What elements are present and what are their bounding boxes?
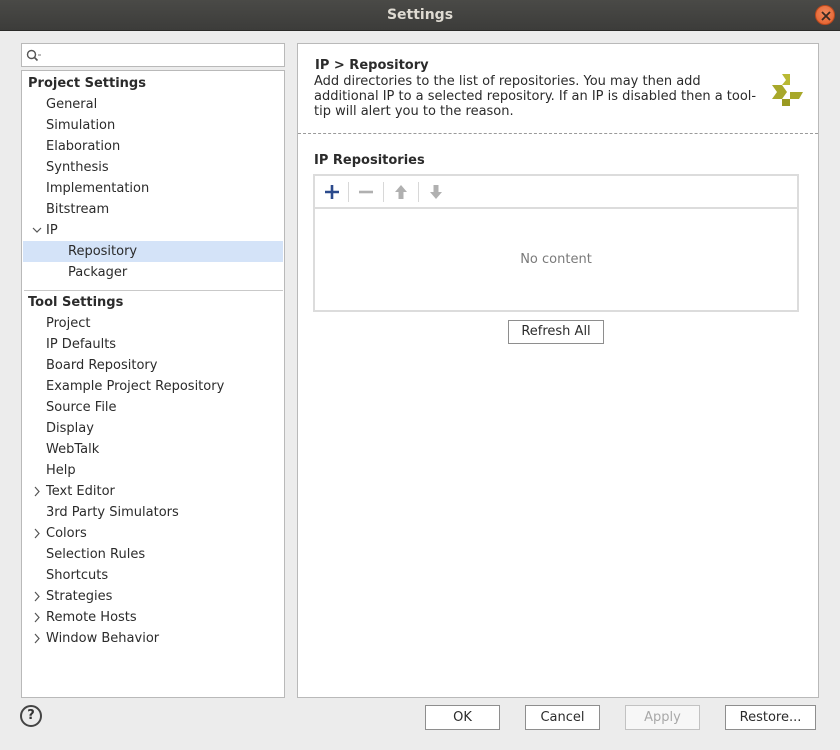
settings-panel: IP > Repository Add directories to the l… [297,43,819,698]
tree-item-label: Display [46,421,94,436]
ip-repositories-list[interactable]: No content [313,174,799,312]
window-title: Settings [386,7,454,23]
tree-item-help[interactable]: Help [23,460,283,481]
tree-item-label: IP [46,223,58,238]
tree-item-synthesis[interactable]: Synthesis [23,157,283,178]
tree-item-label: Remote Hosts [46,610,137,625]
ok-button[interactable]: OK [425,705,500,730]
tree-item-source-file[interactable]: Source File [23,397,283,418]
cancel-button[interactable]: Cancel [525,705,600,730]
tree-item-label: Colors [46,526,87,541]
page-title: IP > Repository [315,58,429,73]
tree-item-label: Elaboration [46,139,121,154]
search-icon [26,49,41,62]
tree-item-elaboration[interactable]: Elaboration [23,136,283,157]
page-description: Add directories to the list of repositor… [314,74,757,119]
tree-item-ip[interactable]: IP [23,220,283,241]
tree-item-display[interactable]: Display [23,418,283,439]
tree-item-label: Example Project Repository [46,379,225,394]
settings-tree: Project Settings General Simulation Elab… [21,70,285,698]
tree-item-text-editor[interactable]: Text Editor [23,481,283,502]
tree-item-label: Help [46,463,76,478]
tree-item-repository[interactable]: Repository [23,241,283,262]
add-icon[interactable] [323,183,341,201]
toolbar-separator [383,182,384,202]
tree-item-label: Board Repository [46,358,158,373]
title-bar: Settings [0,0,840,31]
tree-item-implementation[interactable]: Implementation [23,178,283,199]
chevron-right-icon[interactable] [32,607,42,628]
refresh-all-button[interactable]: Refresh All [508,320,604,344]
chevron-right-icon[interactable] [32,586,42,607]
tree-divider [24,290,283,291]
tree-item-colors[interactable]: Colors [23,523,283,544]
tree-item-label: Shortcuts [46,568,109,583]
tree-item-label: Repository [68,244,138,259]
tree-item-selection-rules[interactable]: Selection Rules [23,544,283,565]
tool-settings-header: Tool Settings [28,295,124,310]
tree-item-label: Window Behavior [46,631,160,646]
tree-item-label: Selection Rules [46,547,146,562]
tree-item-project[interactable]: Project [23,313,283,334]
tree-item-label: Packager [68,265,128,280]
toolbar-separator [418,182,419,202]
tree-item-strategies[interactable]: Strategies [23,586,283,607]
chevron-down-icon[interactable] [32,220,42,241]
tree-item-label: Implementation [46,181,150,196]
tree-item-ip-defaults[interactable]: IP Defaults [23,334,283,355]
chevron-right-icon[interactable] [32,628,42,649]
ip-repositories-title: IP Repositories [314,153,425,168]
help-button[interactable]: ? [20,705,42,727]
tree-item-label: Strategies [46,589,113,604]
tree-item-label: IP Defaults [46,337,117,352]
tree-item-label: Text Editor [46,484,115,499]
close-button[interactable] [815,5,835,25]
tree-item-label: Project [46,316,91,331]
move-down-icon[interactable] [427,183,445,201]
tree-item-example-project-repository[interactable]: Example Project Repository [23,376,283,397]
chevron-right-icon[interactable] [32,481,42,502]
tree-item-remote-hosts[interactable]: Remote Hosts [23,607,283,628]
xilinx-logo-icon [772,74,803,106]
tree-item-simulation[interactable]: Simulation [23,115,283,136]
tree-item-shortcuts[interactable]: Shortcuts [23,565,283,586]
tree-item-label: General [46,97,98,112]
repo-toolbar [315,176,797,209]
restore-button[interactable]: Restore... [725,705,816,730]
tree-item-label: Bitstream [46,202,110,217]
tree-item-general[interactable]: General [23,94,283,115]
search-input[interactable] [21,43,285,67]
tree-item-webtalk[interactable]: WebTalk [23,439,283,460]
move-up-icon[interactable] [392,183,410,201]
tree-item-window-behavior[interactable]: Window Behavior [23,628,283,649]
tree-item-label: WebTalk [46,442,100,457]
tree-item-label: 3rd Party Simulators [46,505,179,520]
empty-state-text: No content [520,252,592,267]
remove-icon[interactable] [357,183,375,201]
tree-item-board-repository[interactable]: Board Repository [23,355,283,376]
tree-item-bitstream[interactable]: Bitstream [23,199,283,220]
tree-item-3rd-party-simulators[interactable]: 3rd Party Simulators [23,502,283,523]
chevron-right-icon[interactable] [32,523,42,544]
tree-item-label: Simulation [46,118,116,133]
tree-item-packager[interactable]: Packager [23,262,283,283]
close-icon [821,11,831,21]
project-settings-header: Project Settings [28,76,146,91]
header-divider [298,133,818,134]
tree-item-label: Synthesis [46,160,109,175]
toolbar-separator [348,182,349,202]
tree-item-label: Source File [46,400,117,415]
apply-button[interactable]: Apply [625,705,700,730]
